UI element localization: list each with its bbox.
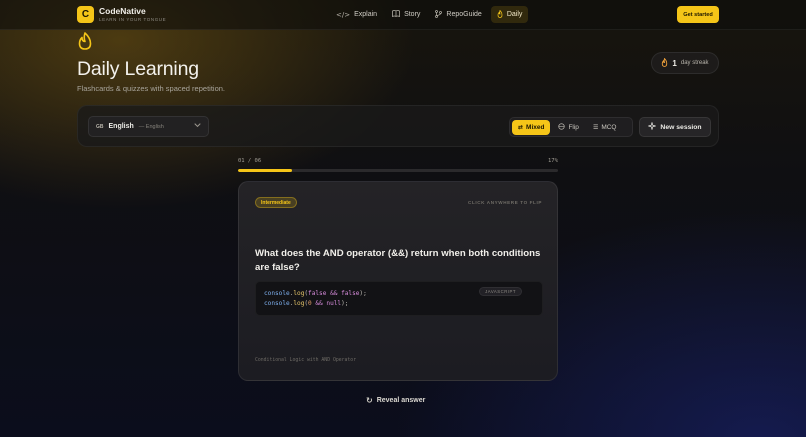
layers-icon bbox=[558, 122, 566, 132]
reveal-answer-label: Reveal answer bbox=[376, 396, 426, 404]
mode-flip-button[interactable]: Flip bbox=[552, 120, 584, 135]
streak-label: day streak bbox=[680, 60, 709, 66]
session-toolbar: GB English — English ⇄ Mixed Flip ☰ MCQ … bbox=[77, 105, 719, 147]
flame-icon bbox=[77, 32, 93, 50]
progress-bar bbox=[238, 169, 558, 172]
nav-item-label: Explain bbox=[354, 11, 378, 18]
nav-item-explain[interactable]: </> Explain bbox=[330, 6, 383, 23]
brand-logo: C bbox=[77, 6, 94, 23]
nav-item-daily[interactable]: Daily bbox=[490, 6, 529, 23]
sparkle-icon bbox=[648, 122, 657, 132]
brand-tagline: LEARN IN YOUR TONGUE bbox=[99, 16, 167, 22]
page-title: Daily Learning bbox=[77, 58, 199, 80]
card-topic: Conditional Logic with AND Operator bbox=[255, 358, 357, 363]
top-bar: C CodeNative LEARN IN YOUR TONGUE </> Ex… bbox=[0, 0, 806, 30]
brand[interactable]: C CodeNative LEARN IN YOUR TONGUE bbox=[77, 6, 166, 23]
mode-toggle-group: ⇄ Mixed Flip ☰ MCQ bbox=[509, 117, 633, 137]
flip-hint: CLICK ANYWHERE TO FLIP bbox=[468, 200, 542, 205]
flame-icon bbox=[661, 54, 668, 72]
chevron-down-icon bbox=[194, 122, 201, 130]
mode-mcq-button[interactable]: ☰ MCQ bbox=[587, 120, 623, 135]
nav-item-repoguide[interactable]: RepoGuide bbox=[429, 6, 487, 23]
code-line: console.log(0 && null); bbox=[264, 299, 349, 307]
mode-label: Mixed bbox=[526, 123, 545, 131]
mode-label: MCQ bbox=[601, 123, 617, 131]
progress-count: 01 / 06 bbox=[238, 158, 262, 164]
main-nav: </> Explain Story RepoGuide Daily bbox=[330, 6, 529, 23]
page-subtitle: Flashcards & quizzes with spaced repetit… bbox=[77, 84, 225, 93]
shuffle-icon: ⇄ bbox=[518, 123, 524, 131]
get-started-button[interactable]: Get started bbox=[677, 6, 719, 23]
nav-item-story[interactable]: Story bbox=[386, 6, 426, 23]
nav-item-label: Story bbox=[404, 11, 421, 18]
language-code: GB bbox=[96, 123, 104, 130]
language-name: English bbox=[108, 123, 134, 130]
mode-label: Flip bbox=[568, 123, 579, 131]
rotate-icon: ↻ bbox=[366, 395, 373, 405]
progress-percent: 17% bbox=[548, 158, 558, 164]
nav-item-label: Daily bbox=[506, 11, 523, 18]
code-language-badge: JAVASCRIPT bbox=[479, 287, 522, 296]
difficulty-badge: Intermediate bbox=[255, 197, 297, 208]
code-icon: </> bbox=[336, 10, 351, 19]
code-snippet: JAVASCRIPT console.log(false && false); … bbox=[255, 281, 543, 316]
streak-count: 1 bbox=[672, 58, 677, 68]
streak-badge: 1 day streak bbox=[651, 52, 719, 74]
flame-icon bbox=[497, 9, 503, 20]
list-icon: ☰ bbox=[592, 123, 599, 131]
nav-item-label: RepoGuide bbox=[446, 11, 482, 18]
card-question: What does the AND operator (&&) return w… bbox=[255, 248, 541, 273]
progress-bar-fill bbox=[238, 169, 293, 172]
language-native-name: — English bbox=[138, 123, 164, 130]
new-session-label: New session bbox=[660, 123, 702, 131]
new-session-button[interactable]: New session bbox=[639, 117, 711, 137]
brand-name: CodeNative bbox=[99, 6, 146, 16]
language-select[interactable]: GB English — English bbox=[88, 116, 209, 137]
git-branch-icon bbox=[435, 9, 443, 20]
reveal-answer-button[interactable]: ↻ Reveal answer bbox=[366, 393, 425, 407]
flashcard[interactable]: Intermediate CLICK ANYWHERE TO FLIP What… bbox=[238, 181, 558, 381]
mode-mixed-button[interactable]: ⇄ Mixed bbox=[512, 119, 551, 135]
book-icon bbox=[392, 10, 400, 19]
